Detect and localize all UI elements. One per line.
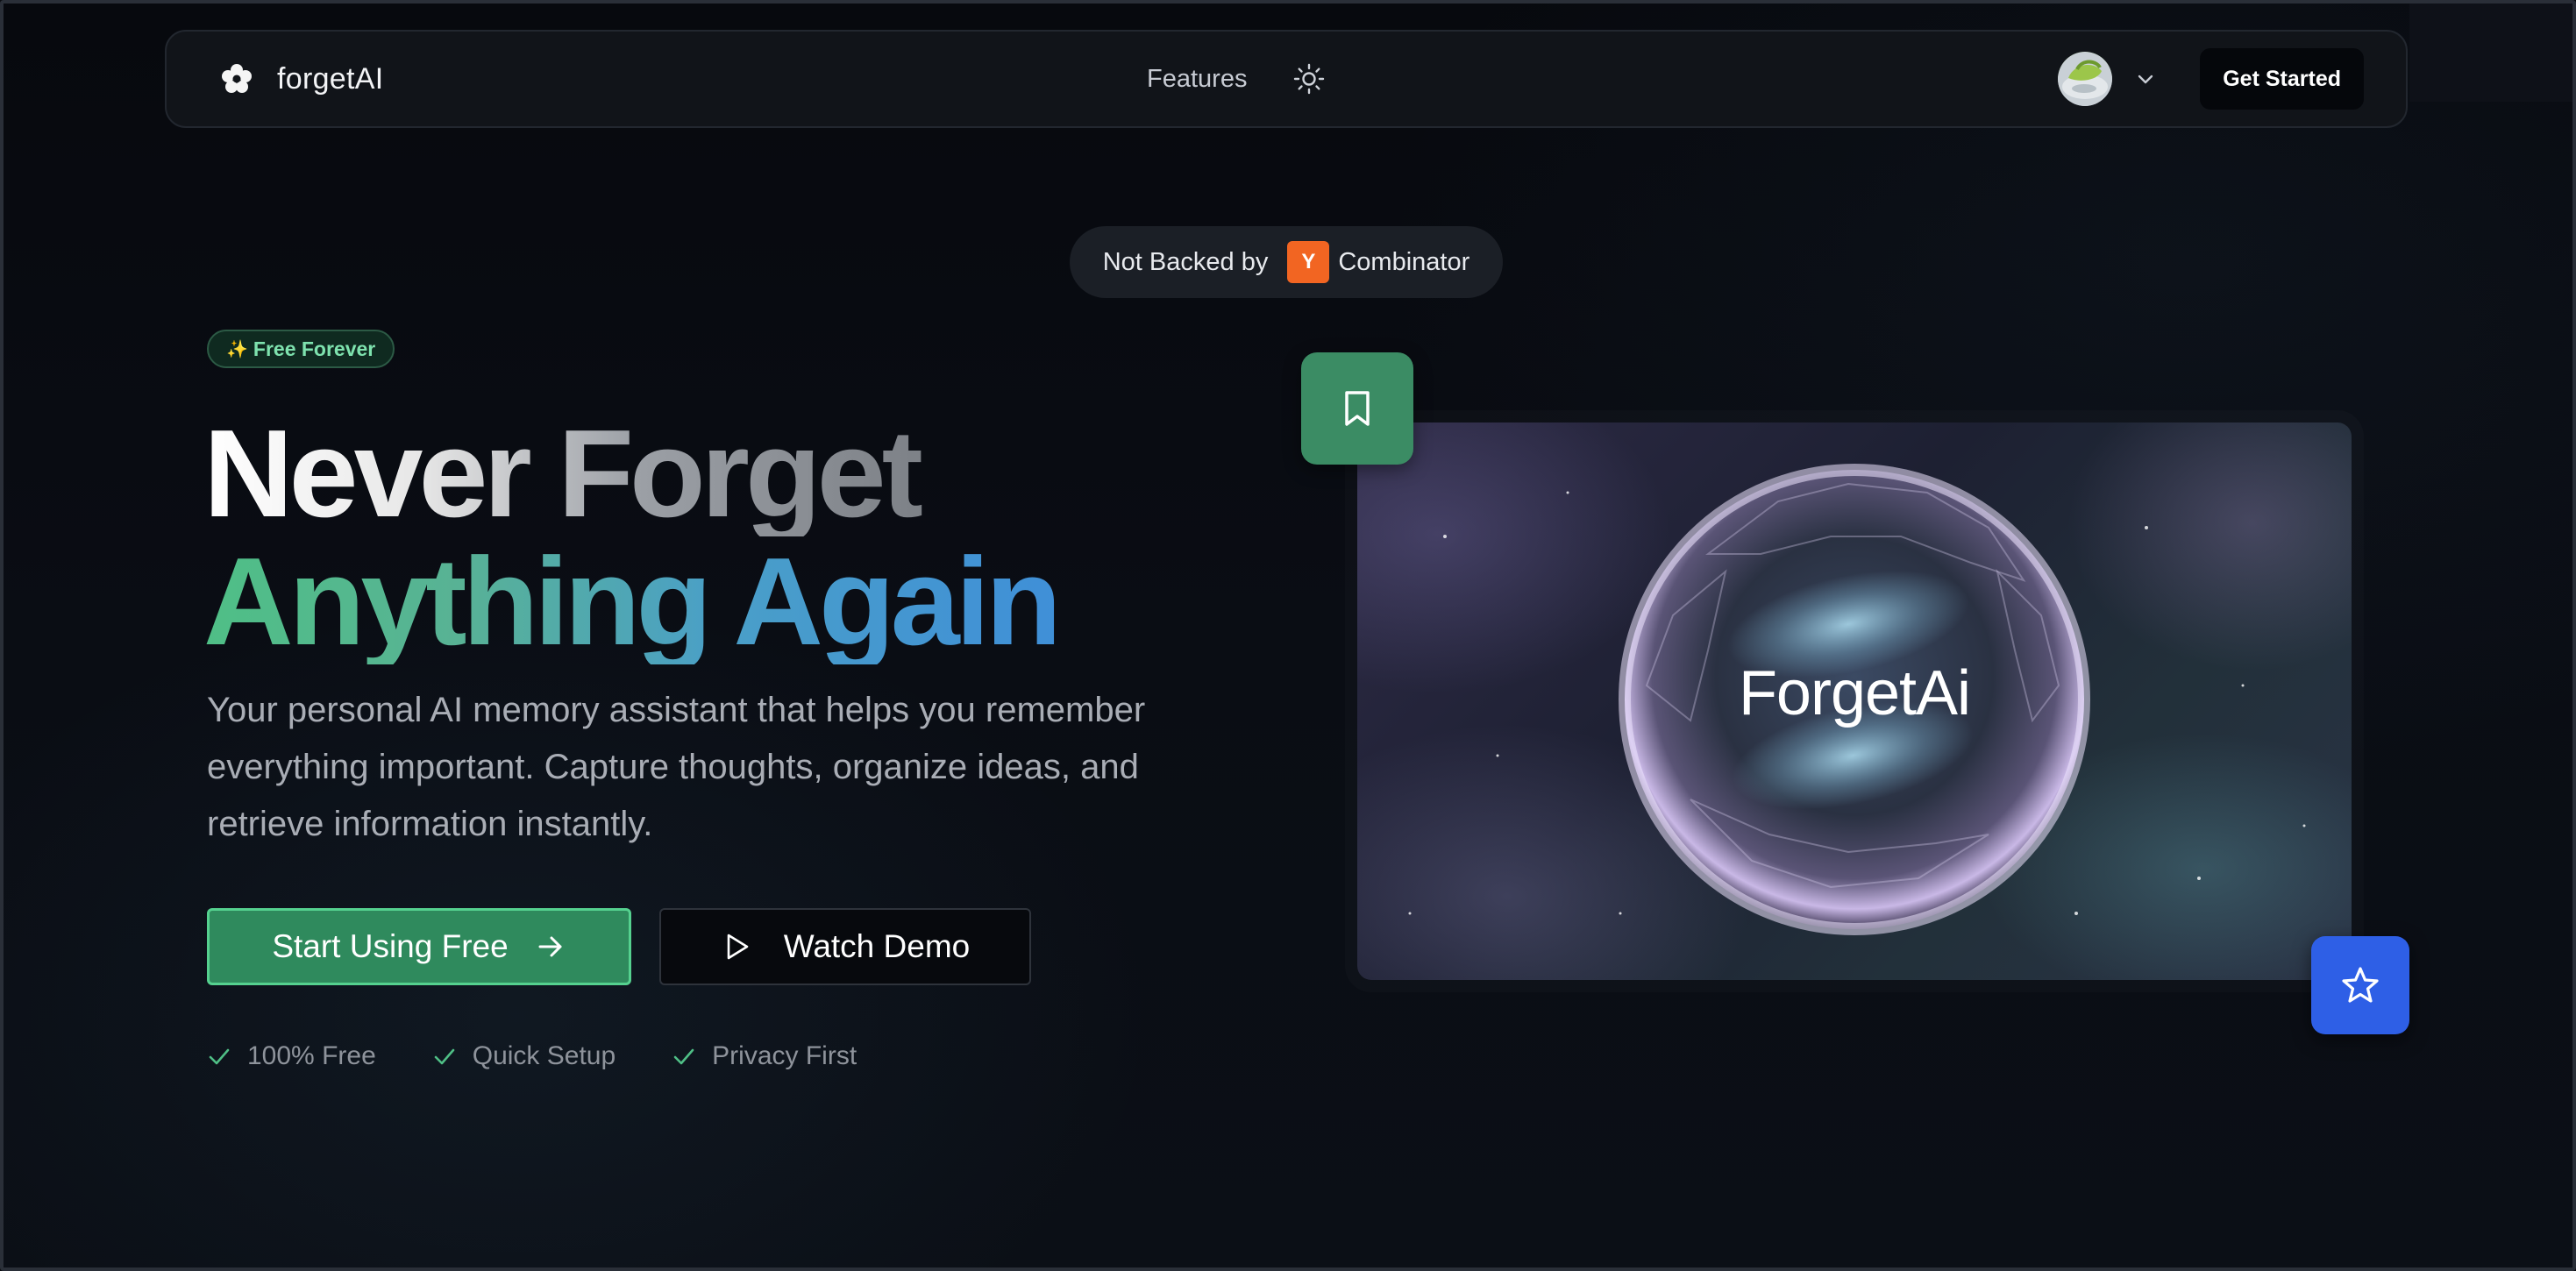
hero-headline: Never Forget Anything Again <box>203 412 1063 664</box>
feature-item: Quick Setup <box>432 1041 616 1071</box>
badge-logo-group: Y Combinator <box>1287 241 1469 283</box>
hero-media-card[interactable]: ForgetAi Ve <box>1357 422 2352 980</box>
feature-item: 100% Free <box>207 1041 376 1071</box>
star-button[interactable] <box>2311 936 2409 1034</box>
nav-center: Features <box>1147 32 1326 126</box>
window-edge <box>2409 4 2572 102</box>
start-using-free-label: Start Using Free <box>272 928 509 964</box>
avatar[interactable] <box>2058 52 2113 106</box>
media-brand-text: ForgetAi <box>1738 658 1971 728</box>
bookmark-icon <box>1345 391 1370 426</box>
avatar-image <box>2058 52 2113 106</box>
free-forever-pill: ✨ Free Forever <box>207 330 395 368</box>
check-icon <box>673 1048 694 1065</box>
brand-name: forgetAI <box>277 61 384 96</box>
star-icon <box>2342 967 2379 1003</box>
ycombinator-logo-icon: Y <box>1287 241 1330 283</box>
sparkle-icon: ✨ <box>226 339 248 359</box>
flower-icon <box>222 64 252 93</box>
play-icon <box>727 934 749 960</box>
bookmark-button[interactable] <box>1301 352 1413 465</box>
brand-link[interactable]: forgetAI <box>221 32 383 126</box>
feature-item: Privacy First <box>672 1041 857 1071</box>
check-icon <box>434 1048 455 1065</box>
headline-line-1: Never Forget <box>203 412 923 536</box>
nav-right: Get Started <box>2058 32 2364 126</box>
backed-by-badge: Not Backed by Y Combinator <box>1070 226 1503 298</box>
nav-link-features[interactable]: Features <box>1147 65 1247 94</box>
free-forever-label: Free Forever <box>253 337 376 360</box>
badge-suffix: Combinator <box>1338 247 1470 276</box>
badge-prefix: Not Backed by <box>1102 247 1269 276</box>
chevron-down-icon[interactable] <box>2135 68 2156 89</box>
hero-subtitle: Your personal AI memory assistant that h… <box>207 691 1146 843</box>
feature-label: Quick Setup <box>472 1041 616 1070</box>
sun-icon[interactable] <box>1292 62 1326 96</box>
watch-demo-label: Watch Demo <box>783 928 971 964</box>
start-using-free-button[interactable]: Start Using Free <box>207 908 631 985</box>
get-started-button[interactable]: Get Started <box>2200 48 2364 110</box>
feature-label: 100% Free <box>247 1041 376 1070</box>
arrow-right-icon <box>538 936 562 957</box>
headline-line-2: Anything Again <box>203 540 1063 664</box>
navbar: forgetAI Features Get Started <box>165 30 2408 128</box>
check-icon <box>209 1048 230 1065</box>
watch-demo-button[interactable]: Watch Demo <box>659 908 1031 985</box>
feature-label: Privacy First <box>712 1041 857 1070</box>
feature-list: 100% Free Quick Setup Privacy First <box>207 1041 857 1071</box>
